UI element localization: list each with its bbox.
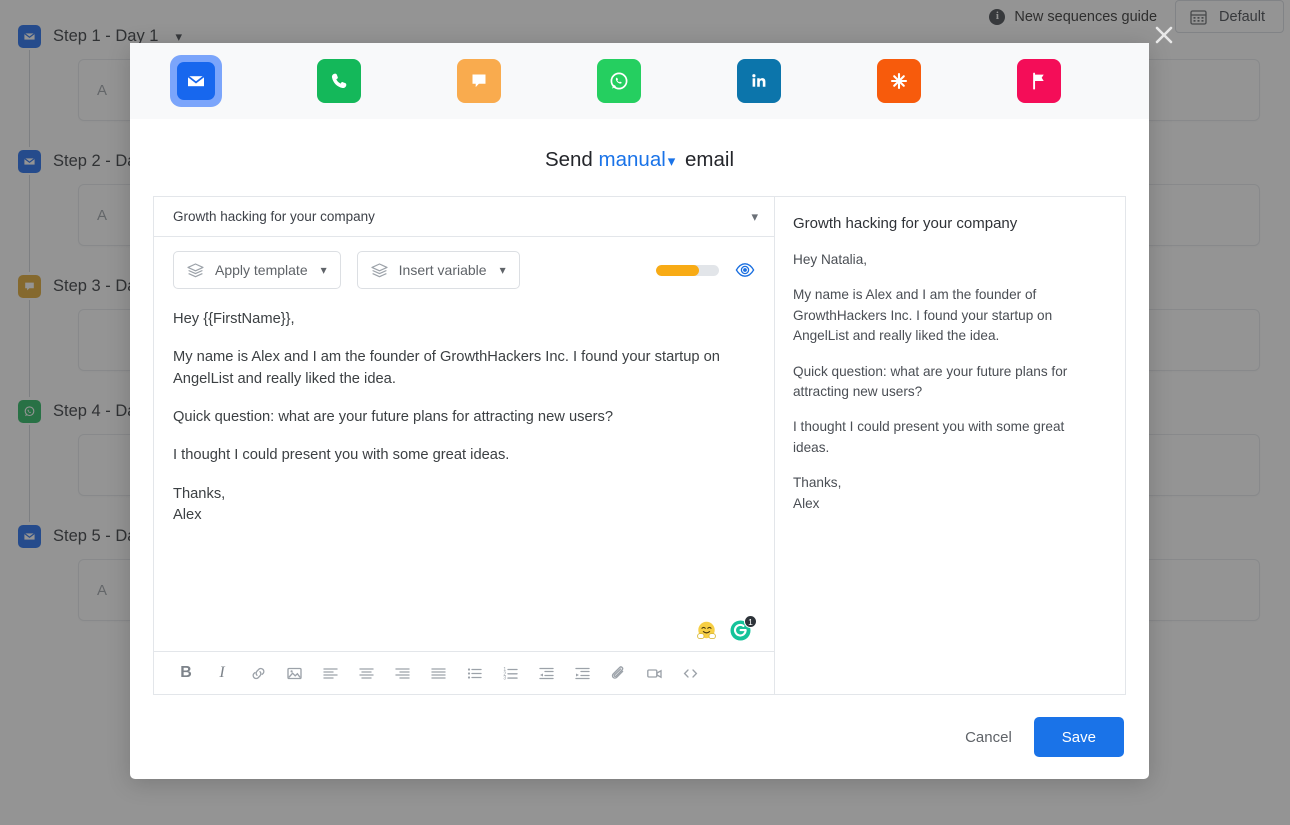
align-justify-icon [430, 665, 447, 682]
channel-type-selector [130, 43, 1149, 119]
channel-automation[interactable] [876, 58, 922, 104]
channel-call[interactable] [316, 58, 362, 104]
preview-subject: Growth hacking for your company [793, 215, 1018, 232]
modal-footer: Cancel Save [130, 695, 1149, 779]
chevron-down-icon: ▾ [320, 263, 327, 277]
paragraph: Quick question: what are your future pla… [173, 408, 614, 425]
link-button[interactable] [240, 658, 276, 688]
insert-variable-label: Insert variable [398, 262, 487, 278]
grammarly-icon[interactable]: 1 [729, 615, 757, 642]
align-right-icon [394, 665, 411, 682]
paragraph: Quick question: what are your future pla… [793, 363, 1068, 399]
video-button[interactable] [636, 658, 672, 688]
subject-row[interactable]: Growth hacking for your company ▾ [154, 197, 774, 237]
phone-icon [317, 59, 361, 103]
paperclip-icon [610, 665, 627, 682]
outdent-button[interactable] [528, 658, 564, 688]
cancel-button[interactable]: Cancel [965, 729, 1012, 746]
layers-icon [187, 262, 204, 278]
format-toolbar: B I 123 [154, 651, 774, 694]
email-preview-pane: Growth hacking for your company Hey Nata… [774, 196, 1126, 695]
editor-area: Growth hacking for your company ▾ Apply … [153, 196, 1126, 695]
video-camera-icon [646, 665, 663, 682]
channel-manual-task[interactable] [1016, 58, 1062, 104]
bullet-list-icon [466, 665, 483, 682]
modal-title: Send manual ▾ email [130, 148, 1149, 172]
hugging-face-emoji-icon[interactable] [695, 619, 718, 642]
layers-icon [371, 262, 388, 278]
close-icon[interactable] [1152, 23, 1176, 47]
channel-whatsapp[interactable] [596, 58, 642, 104]
apply-template-label: Apply template [215, 262, 308, 278]
channel-linkedin[interactable] [736, 58, 782, 104]
insert-variable-button[interactable]: Insert variable ▾ [356, 251, 520, 289]
channel-sms[interactable] [456, 58, 502, 104]
bullet-list-button[interactable] [456, 658, 492, 688]
numbered-list-button[interactable]: 123 [492, 658, 528, 688]
align-justify-button[interactable] [420, 658, 456, 688]
svg-text:3: 3 [503, 675, 506, 681]
flag-icon [1017, 59, 1061, 103]
grammarly-count-badge: 1 [744, 615, 757, 628]
preview-body: Hey Natalia, My name is Alex and I am the… [793, 250, 1103, 514]
numbered-list-icon: 123 [502, 665, 519, 682]
image-icon [286, 665, 303, 682]
attachment-button[interactable] [600, 658, 636, 688]
asterisk-icon [877, 59, 921, 103]
align-right-button[interactable] [384, 658, 420, 688]
italic-icon: I [219, 664, 225, 681]
indent-button[interactable] [564, 658, 600, 688]
paragraph: My name is Alex and I am the founder of … [793, 287, 1053, 344]
envelope-icon [177, 62, 215, 100]
align-center-icon [358, 665, 375, 682]
align-center-button[interactable] [348, 658, 384, 688]
compose-pane: Growth hacking for your company ▾ Apply … [153, 196, 774, 695]
paragraph: Thanks, Alex [793, 475, 842, 511]
align-left-icon [322, 665, 339, 682]
title-suffix: email [685, 148, 735, 171]
paragraph: Thanks, Alex [173, 485, 226, 523]
link-icon [250, 665, 267, 682]
compose-toolbar-right [656, 260, 755, 280]
italic-button[interactable]: I [204, 658, 240, 688]
outdent-icon [538, 665, 555, 682]
chevron-down-icon[interactable]: ▾ [668, 152, 676, 170]
apply-template-button[interactable]: Apply template ▾ [173, 251, 341, 289]
spam-score-meter [656, 264, 719, 276]
channel-email-selected[interactable] [170, 55, 222, 107]
subject-input[interactable]: Growth hacking for your company [173, 209, 751, 224]
paragraph: Hey Natalia, [793, 252, 868, 267]
bold-button[interactable]: B [168, 658, 204, 688]
bold-icon: B [180, 664, 192, 681]
indent-icon [574, 665, 591, 682]
linkedin-icon [737, 59, 781, 103]
image-button[interactable] [276, 658, 312, 688]
paragraph: Hey {{FirstName}}, [173, 311, 295, 327]
chevron-down-icon: ▾ [499, 263, 506, 277]
compose-toolbar: Apply template ▾ Insert variable ▾ [154, 237, 774, 289]
step-editor-modal: Send manual ▾ email Growth hacking for yo… [130, 43, 1149, 779]
paragraph: I thought I could present you with some … [793, 419, 1065, 455]
whatsapp-icon [597, 59, 641, 103]
title-prefix: Send [544, 148, 593, 171]
align-left-button[interactable] [312, 658, 348, 688]
source-code-button[interactable] [672, 658, 708, 688]
eye-icon[interactable] [735, 260, 755, 280]
paragraph: I thought I could present you with some … [173, 447, 510, 464]
chat-bubble-icon [457, 59, 501, 103]
save-button[interactable]: Save [1033, 717, 1124, 757]
editor-badges: 1 [154, 615, 774, 651]
paragraph: My name is Alex and I am the founder of … [173, 349, 720, 387]
title-mode-dropdown[interactable]: manual [599, 148, 666, 171]
email-body-editor[interactable]: Hey {{FirstName}}, My name is Alex and I … [154, 289, 774, 619]
chevron-down-icon[interactable]: ▾ [751, 209, 758, 225]
code-brackets-icon [682, 665, 699, 682]
